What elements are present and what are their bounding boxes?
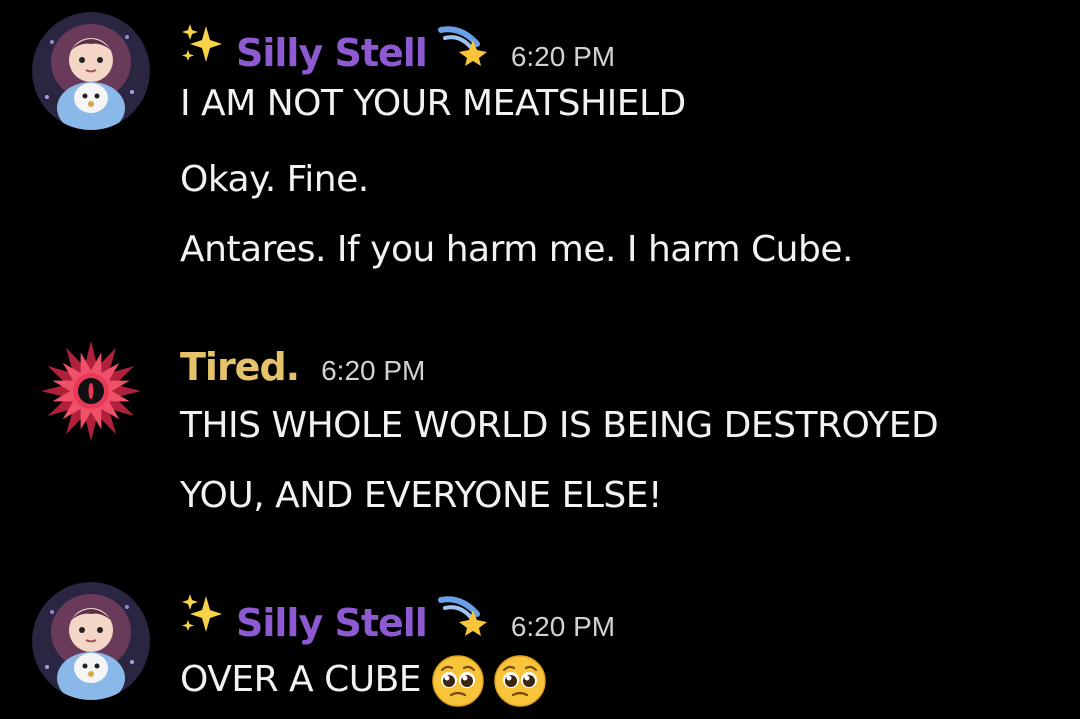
message-line: YOU, AND EVERYONE ELSE! xyxy=(180,475,662,516)
avatar[interactable] xyxy=(32,12,150,130)
emoji-row xyxy=(431,654,555,708)
username[interactable]: Tired. xyxy=(180,345,300,389)
message-header: Silly Stell 6:20 PM xyxy=(180,22,615,75)
sparkles-icon xyxy=(182,24,222,62)
message-header: Silly Stell 6:20 PM xyxy=(180,592,615,645)
red-eye-flower-avatar-icon xyxy=(32,332,150,450)
message-line: THIS WHOLE WORLD IS BEING DESTROYED xyxy=(180,405,939,446)
sparkles-icon xyxy=(182,594,222,632)
message-line: Antares. If you harm me. I harm Cube. xyxy=(180,229,853,270)
message-header: Tired. 6:20 PM xyxy=(180,345,425,389)
timestamp: 6:20 PM xyxy=(510,611,616,642)
timestamp: 6:20 PM xyxy=(321,355,426,386)
pleading-face-icon xyxy=(432,655,484,707)
pleading-face-icon xyxy=(494,655,546,707)
message-text: OVER A CUBE xyxy=(180,659,422,700)
message-line: Okay. Fine. xyxy=(180,159,369,200)
message-line: OVER A CUBE xyxy=(180,654,555,708)
girl-with-ghost-avatar-icon xyxy=(32,12,150,130)
message-line: I AM NOT YOUR MEATSHIELD xyxy=(180,83,686,124)
avatar[interactable] xyxy=(32,332,150,450)
shooting-star-icon xyxy=(437,26,487,66)
avatar[interactable] xyxy=(32,582,150,700)
username[interactable]: Silly Stell xyxy=(236,601,428,645)
shooting-star-icon xyxy=(437,596,487,636)
girl-with-ghost-avatar-icon xyxy=(32,582,150,700)
timestamp: 6:20 PM xyxy=(510,41,616,72)
username[interactable]: Silly Stell xyxy=(236,31,428,75)
